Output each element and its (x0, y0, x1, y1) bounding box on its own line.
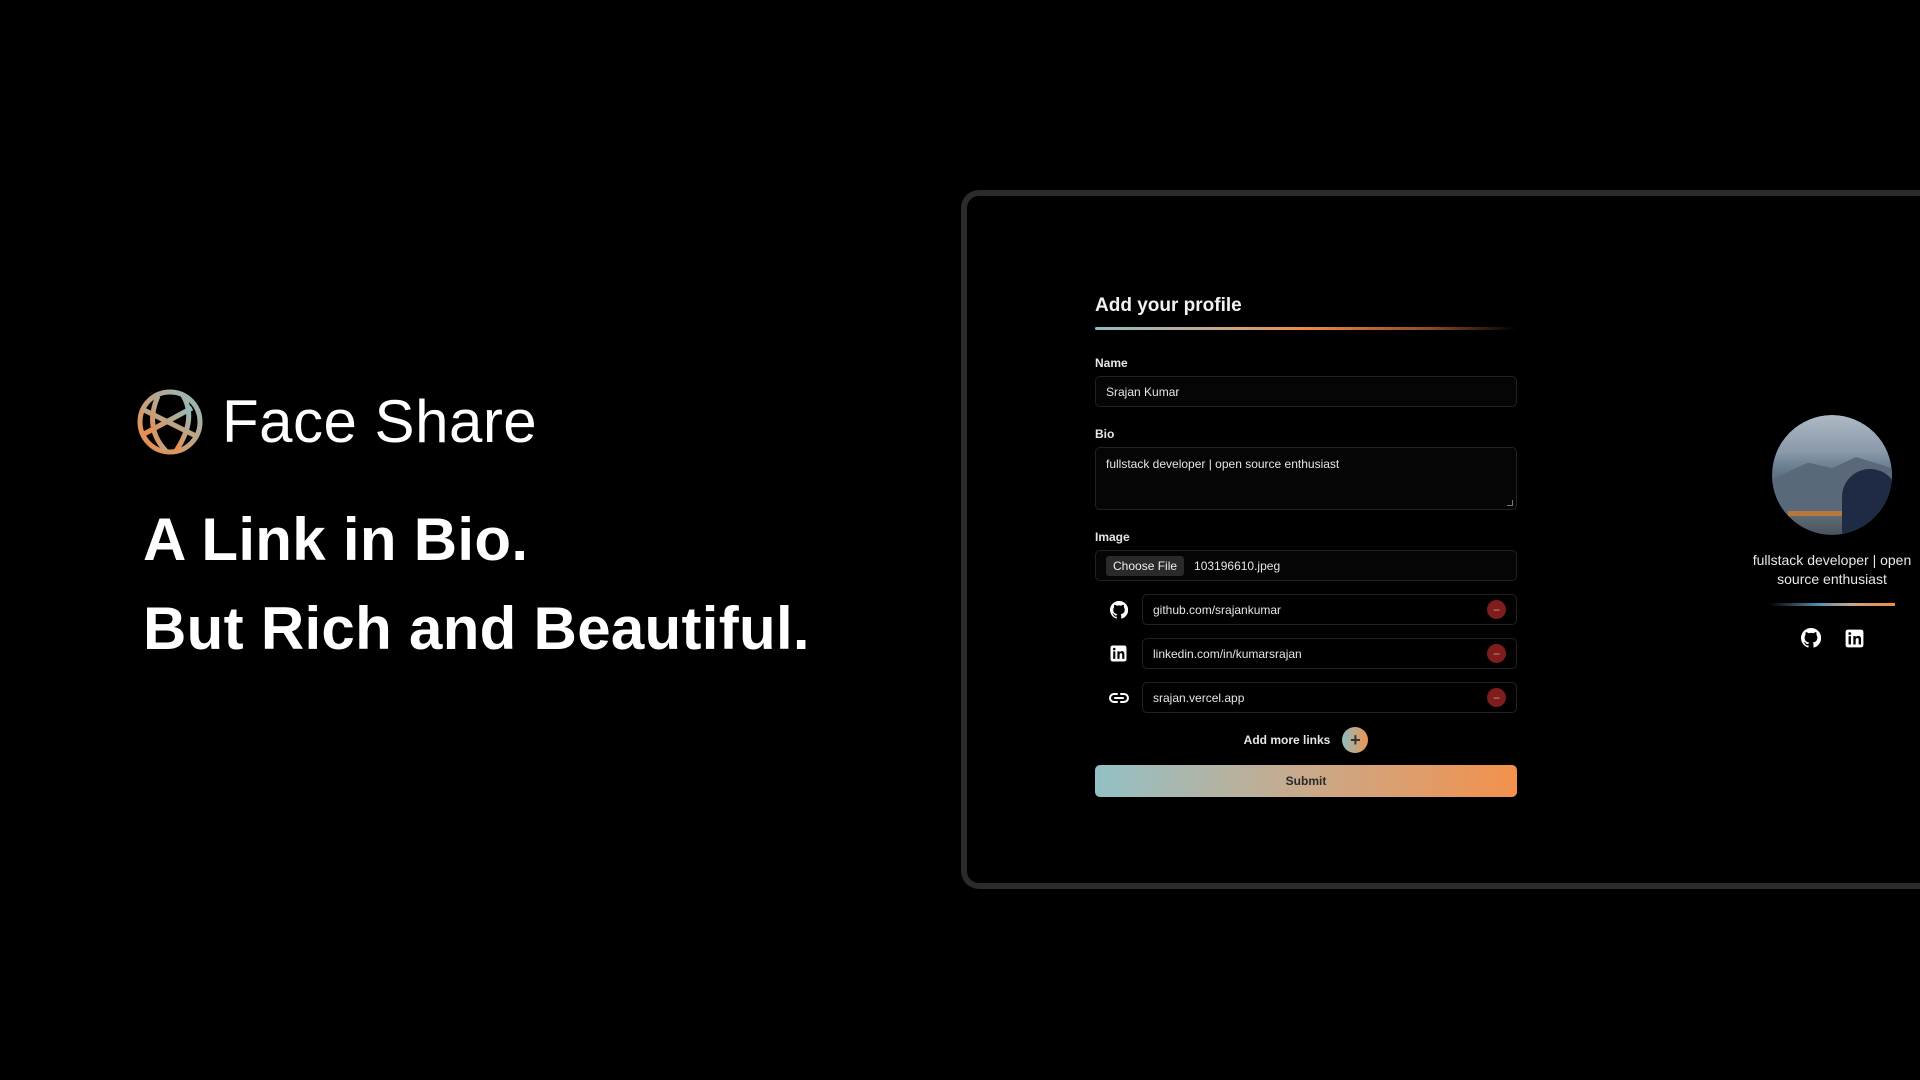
file-name: 103196610.jpeg (1194, 558, 1281, 573)
globe-icon (137, 389, 203, 454)
remove-link-button[interactable]: − (1487, 600, 1506, 619)
linkedin-icon (1110, 645, 1127, 662)
choose-file-button[interactable]: Choose File (1106, 555, 1185, 576)
avatar (1772, 415, 1892, 535)
tagline-line2: But Rich and Beautiful. (143, 595, 810, 662)
github-icon (1109, 600, 1128, 619)
preview-social-icons (1800, 628, 1864, 648)
add-more-links: Add more links + (1095, 727, 1517, 753)
brand-name: Face Share (222, 388, 538, 455)
linkedin-icon[interactable] (1845, 629, 1864, 648)
preview-divider (1769, 603, 1895, 606)
resize-handle[interactable] (1507, 500, 1513, 506)
brand: Face Share (136, 387, 537, 456)
link-row: srajan.vercel.app − (1095, 682, 1517, 713)
bio-textarea[interactable]: fullstack developer | open source enthus… (1095, 447, 1517, 510)
name-input[interactable]: Srajan Kumar (1095, 376, 1517, 407)
image-file-input[interactable]: Choose File 103196610.jpeg (1095, 550, 1517, 581)
preview-bio: fullstack developer | open source enthus… (1752, 552, 1912, 587)
form-title: Add your profile (1095, 295, 1242, 316)
link-icon (1108, 692, 1129, 703)
github-link-input[interactable]: github.com/srajankumar − (1142, 594, 1517, 625)
link-row: linkedin.com/in/kumarsrajan − (1095, 638, 1517, 669)
link-value: linkedin.com/in/kumarsrajan (1153, 646, 1302, 661)
link-value: github.com/srajankumar (1153, 602, 1282, 617)
bio-label: Bio (1095, 427, 1115, 441)
image-label: Image (1095, 530, 1130, 544)
website-link-input[interactable]: srajan.vercel.app − (1142, 682, 1517, 713)
link-row: github.com/srajankumar − (1095, 594, 1517, 625)
name-label: Name (1095, 356, 1128, 370)
submit-button[interactable]: Submit (1095, 765, 1517, 797)
remove-link-button[interactable]: − (1487, 644, 1506, 663)
title-underline (1095, 327, 1517, 330)
bio-text: fullstack developer | open source enthus… (1106, 457, 1340, 471)
remove-link-button[interactable]: − (1487, 688, 1506, 707)
add-link-button[interactable]: + (1342, 727, 1369, 753)
tagline-line1: A Link in Bio. (143, 506, 529, 573)
linkedin-link-input[interactable]: linkedin.com/in/kumarsrajan − (1142, 638, 1517, 669)
github-icon[interactable] (1800, 628, 1821, 648)
profile-preview: fullstack developer | open source enthus… (1748, 415, 1916, 648)
add-more-links-label: Add more links (1243, 733, 1331, 747)
profile-form: Add your profile Name Srajan Kumar Bio f… (1095, 295, 1517, 797)
link-value: srajan.vercel.app (1153, 690, 1245, 705)
